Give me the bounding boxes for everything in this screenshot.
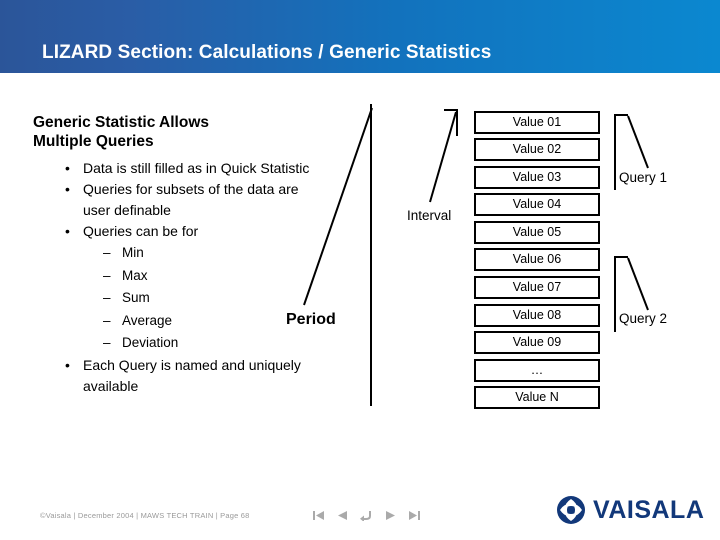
- return-button[interactable]: [360, 509, 373, 522]
- query2-leader-line: [627, 257, 649, 311]
- list-item: • Queries can be for – Min – Max – Sum –…: [61, 221, 323, 355]
- navigation-buttons: [312, 509, 421, 522]
- query1-bracket-line: [614, 114, 616, 190]
- dash-marker-icon: –: [103, 290, 111, 305]
- query1-leader-line: [627, 115, 649, 169]
- play-forward-icon: [386, 511, 395, 520]
- list-item: • Data is still filled as in Quick Stati…: [61, 158, 323, 179]
- vaisala-logo: VAISALA: [556, 495, 704, 525]
- dash-marker-icon: –: [103, 267, 111, 283]
- value-box: Value 08: [474, 304, 600, 327]
- sub-list-item-label: Average: [122, 312, 173, 328]
- period-axis-line: [370, 104, 372, 406]
- first-slide-button[interactable]: [312, 509, 325, 522]
- value-box: Value 06: [474, 248, 600, 271]
- sub-list-item: – Average: [103, 310, 323, 333]
- vaisala-wordmark: VAISALA: [593, 495, 705, 524]
- next-slide-button[interactable]: [384, 509, 397, 522]
- bullet-marker-icon: •: [65, 356, 70, 373]
- value-box: Value 03: [474, 166, 600, 189]
- sub-list-item: – Deviation: [103, 332, 323, 355]
- value-box: Value N: [474, 386, 600, 409]
- interval-label: Interval: [407, 208, 452, 223]
- list-item-label: Data is still filled as in Quick Statist…: [83, 160, 310, 176]
- query2-bracket-line: [614, 256, 616, 332]
- sub-list-item: – Max: [103, 265, 323, 288]
- play-back-icon: [338, 511, 347, 520]
- interval-bracket-tick: [444, 109, 458, 111]
- sub-bullet-list: – Min – Max – Sum – Average – Deviation: [83, 242, 323, 355]
- bullet-marker-icon: •: [65, 181, 70, 197]
- value-box: …: [474, 359, 600, 382]
- value-box: Value 04: [474, 193, 600, 216]
- sub-list-item-label: Min: [122, 245, 144, 260]
- title-banner: LIZARD Section: Calculations / Generic S…: [0, 0, 720, 73]
- value-box: Value 07: [474, 276, 600, 299]
- query2-bracket-tick: [614, 256, 628, 258]
- bullet-marker-icon: •: [65, 160, 70, 176]
- query2-label: Query 2: [619, 311, 668, 326]
- dash-marker-icon: –: [103, 245, 111, 260]
- query1-bracket-tick: [614, 114, 628, 116]
- sub-list-item-label: Sum: [122, 290, 150, 305]
- sub-list-item-label: Max: [122, 267, 148, 283]
- list-item: • Queries for subsets of the data are us…: [61, 179, 323, 221]
- content-column: Generic Statistic Allows Multiple Querie…: [33, 113, 323, 397]
- footer-credit: ©Vaisala | December 2004 | MAWS TECH TRA…: [40, 511, 250, 520]
- skip-back-icon: [313, 511, 324, 520]
- interval-bracket-line: [456, 109, 458, 136]
- sub-list-item-label: Deviation: [122, 335, 179, 350]
- list-item-label: Each Query is named and uniquely availab…: [83, 356, 301, 394]
- dash-marker-icon: –: [103, 312, 111, 328]
- value-box: Value 02: [474, 138, 600, 161]
- interval-leader-line: [429, 111, 457, 203]
- page-title: LIZARD Section: Calculations / Generic S…: [42, 42, 492, 63]
- return-arrow-icon: [360, 511, 371, 521]
- vaisala-pinwheel-icon: [557, 496, 585, 524]
- content-heading-line-1: Generic Statistic Allows: [33, 114, 210, 131]
- query1-label: Query 1: [619, 170, 668, 185]
- bullet-marker-icon: •: [65, 223, 70, 239]
- list-item-label: Queries can be for: [83, 223, 199, 239]
- previous-slide-button[interactable]: [336, 509, 349, 522]
- value-box: Value 01: [474, 111, 600, 134]
- bullet-list: • Data is still filled as in Quick Stati…: [33, 158, 323, 397]
- dash-marker-icon: –: [103, 335, 111, 350]
- skip-forward-icon: [409, 511, 420, 520]
- value-box: Value 05: [474, 221, 600, 244]
- sub-list-item: – Sum: [103, 287, 323, 310]
- value-box: Value 09: [474, 331, 600, 354]
- list-item: • Each Query is named and uniquely avail…: [61, 355, 323, 397]
- list-item-label: Queries for subsets of the data are user…: [83, 181, 299, 218]
- last-slide-button[interactable]: [408, 509, 421, 522]
- sub-list-item: – Min: [103, 242, 323, 265]
- content-heading-line-2: Multiple Queries: [33, 133, 154, 150]
